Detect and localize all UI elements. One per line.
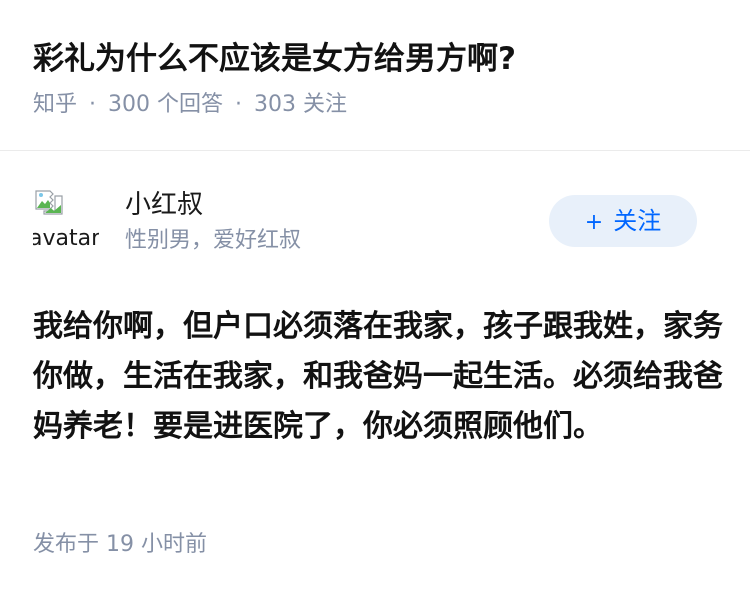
author-name[interactable]: 小红叔: [125, 188, 203, 222]
question-title[interactable]: 彩礼为什么不应该是女方给男方啊?: [33, 36, 723, 82]
avatar[interactable]: avatar: [33, 186, 99, 252]
meta-separator: ·: [89, 92, 97, 117]
source-label[interactable]: 知乎: [33, 92, 77, 117]
question-header: 彩礼为什么不应该是女方给男方啊? 知乎 · 300 个回答 · 303 关注: [33, 36, 723, 120]
published-time: 19 小时前: [106, 532, 208, 557]
published-label: 发布于: [33, 532, 100, 557]
follow-button-label: 关注: [613, 207, 662, 235]
follower-count-label[interactable]: 关注: [303, 92, 347, 117]
publish-info: 发布于 19 小时前: [33, 530, 207, 560]
author-bio: 性别男，爱好红叔: [125, 228, 302, 253]
section-divider: [0, 150, 750, 151]
follower-count[interactable]: 303: [254, 92, 296, 117]
answer-content: 我给你啊，但户口必须落在我家，孩子跟我姓，家务你做，生活在我家，和我爸妈一起生活…: [33, 309, 723, 444]
follow-button[interactable]: + 关注: [549, 195, 697, 247]
author-card: avatar 小红叔 性别男，爱好红叔 + 关注: [33, 186, 713, 262]
meta-separator: ·: [235, 92, 243, 117]
question-meta: 知乎 · 300 个回答 · 303 关注: [33, 90, 723, 120]
broken-image-icon: [35, 190, 63, 215]
plus-icon: +: [584, 210, 604, 235]
avatar-alt-text: avatar: [33, 226, 99, 251]
answer-count[interactable]: 300: [108, 92, 150, 117]
answer-count-label[interactable]: 个回答: [157, 92, 223, 117]
